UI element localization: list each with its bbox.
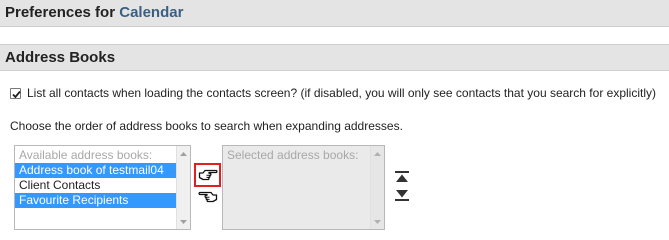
- remove-address-book-button[interactable]: [196, 187, 219, 207]
- move-to-top-button[interactable]: [394, 170, 410, 184]
- list-item-favourite-recipients[interactable]: Favourite Recipients: [15, 193, 176, 208]
- scroll-up-arrow-icon[interactable]: [371, 147, 384, 160]
- add-address-book-button[interactable]: [194, 163, 221, 187]
- selected-list-scrollbar[interactable]: [370, 146, 384, 229]
- order-instructions: Choose the order of address books to sea…: [10, 119, 403, 133]
- list-item-address-book-testmail04[interactable]: Address book of testmail04: [15, 163, 176, 178]
- section-title: Address Books: [0, 44, 669, 71]
- list-all-contacts-checkbox[interactable]: [10, 87, 21, 99]
- hand-pointing-right-icon: [198, 169, 218, 181]
- move-to-top-icon: [395, 171, 409, 182]
- checkmark-icon: [12, 90, 21, 98]
- list-all-contacts-option[interactable]: List all contacts when loading the conta…: [10, 85, 656, 101]
- list-item-client-contacts[interactable]: Client Contacts: [15, 178, 176, 193]
- list-all-contacts-label: List all contacts when loading the conta…: [27, 86, 656, 100]
- preferences-title: Preferences for: [5, 4, 120, 21]
- available-address-books-list[interactable]: Available address books: Address book of…: [14, 145, 191, 230]
- available-list-heading: Available address books:: [19, 148, 153, 162]
- preferences-header: Preferences for Calendar: [0, 0, 669, 27]
- move-to-bottom-button[interactable]: [394, 188, 410, 202]
- move-to-bottom-icon: [395, 190, 409, 201]
- scroll-down-arrow-icon[interactable]: [177, 215, 190, 228]
- app-name: Calendar: [119, 4, 184, 21]
- scroll-down-arrow-icon[interactable]: [371, 215, 384, 228]
- available-list-scrollbar[interactable]: [176, 146, 190, 229]
- scroll-up-arrow-icon[interactable]: [177, 147, 190, 160]
- hand-pointing-left-icon: [197, 191, 217, 203]
- selected-address-books-list[interactable]: Selected address books:: [222, 145, 385, 230]
- selected-list-heading: Selected address books:: [227, 148, 359, 162]
